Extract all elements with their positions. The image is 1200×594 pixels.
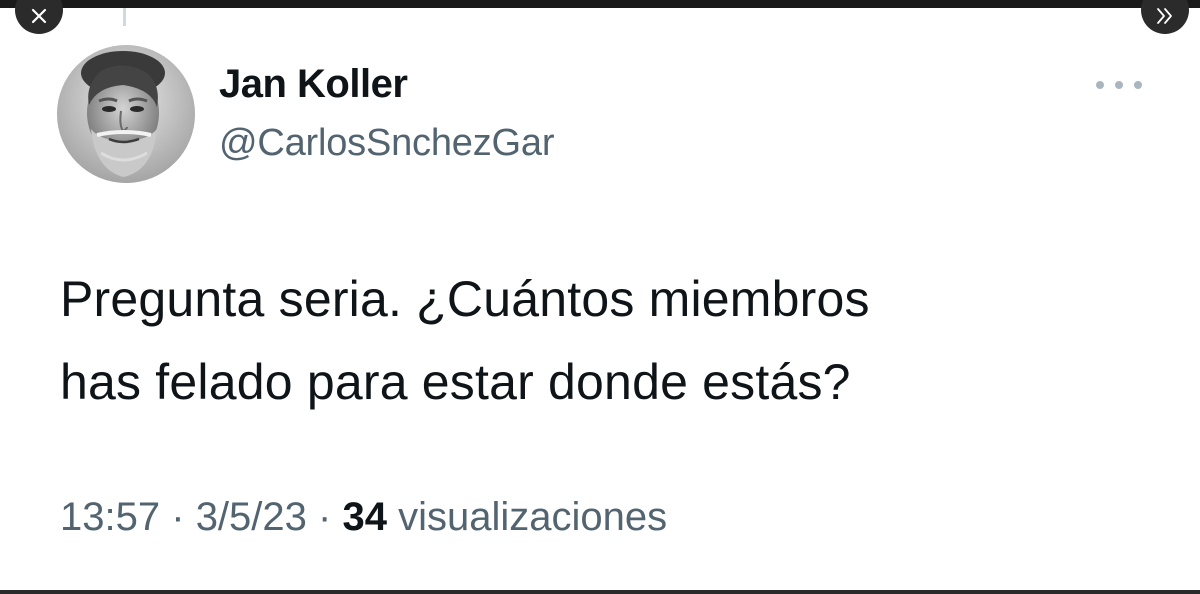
avatar-photo [57, 45, 195, 183]
author-handle[interactable]: @CarlosSnchezGar [219, 122, 554, 165]
views-label: visualizaciones [398, 495, 668, 539]
tweet-time[interactable]: 13:57 [60, 495, 160, 539]
more-horizontal-icon-dot [1134, 81, 1142, 89]
more-horizontal-icon [1096, 81, 1104, 89]
double-chevron-right-icon [1157, 8, 1172, 24]
avatar[interactable] [57, 45, 195, 183]
close-button[interactable] [15, 0, 63, 34]
top-border [0, 0, 1200, 8]
bottom-border [0, 590, 1200, 594]
meta-separator: · [318, 495, 332, 539]
meta-separator: · [171, 495, 185, 539]
tweet-text-line: has felado para estar donde estás? [60, 354, 851, 410]
thread-connector-line [123, 8, 126, 26]
close-icon [31, 8, 47, 24]
tweet-text-line: Pregunta seria. ¿Cuántos miembros [60, 271, 870, 327]
tweet-screenshot: Jan Koller @CarlosSnchezGar Pregunta ser… [0, 0, 1200, 594]
tweet-date[interactable]: 3/5/23 [196, 495, 307, 539]
tweet-text: Pregunta seria. ¿Cuántos miembros has fe… [60, 258, 1170, 424]
views-count: 34 [342, 495, 387, 539]
more-options-button[interactable] [1096, 72, 1142, 98]
tweet-metadata: 13:57 · 3/5/23 · 34 visualizaciones [60, 495, 667, 540]
author-name[interactable]: Jan Koller [219, 62, 408, 107]
more-horizontal-icon-dot [1115, 81, 1123, 89]
next-button[interactable] [1141, 0, 1189, 34]
